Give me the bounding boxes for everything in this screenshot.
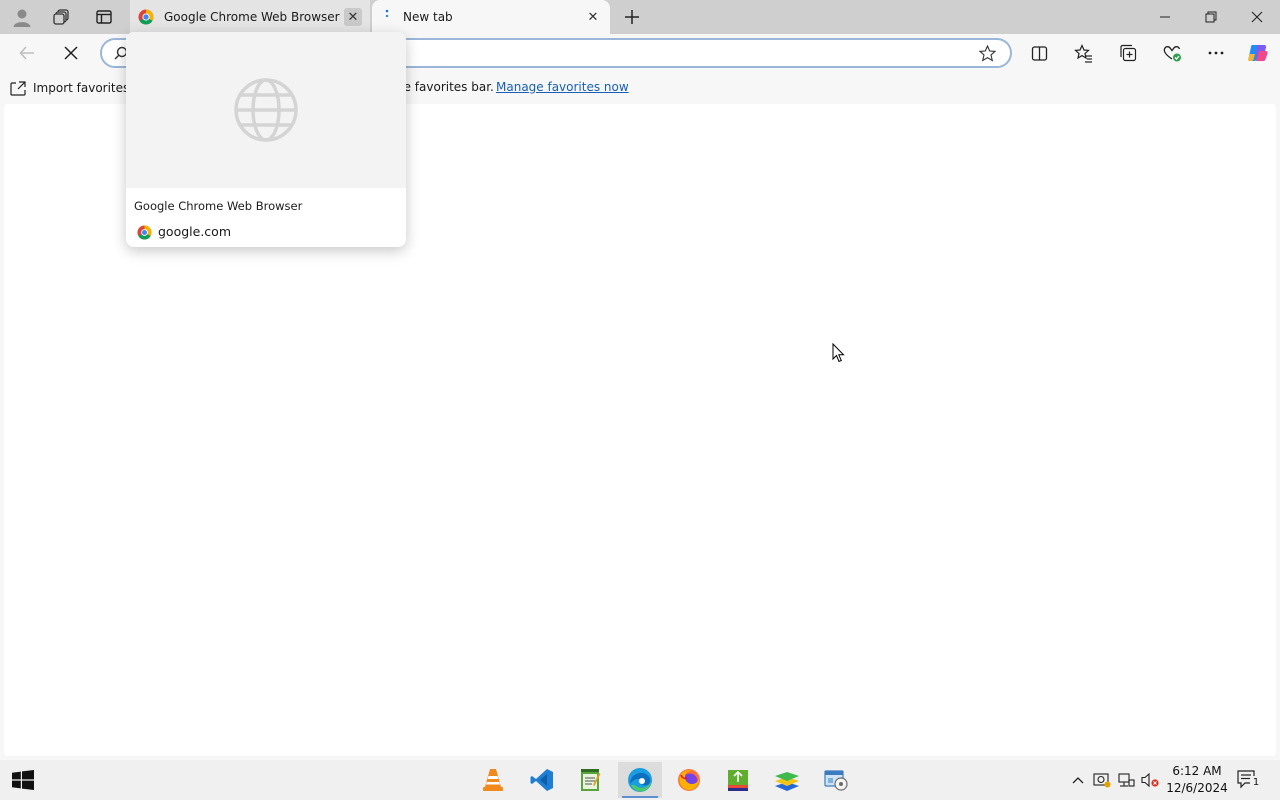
vlc-icon[interactable] bbox=[471, 762, 515, 798]
copilot-icon[interactable] bbox=[1243, 38, 1273, 68]
split-screen-button[interactable] bbox=[1024, 38, 1054, 68]
windows-start-icon[interactable] bbox=[12, 770, 34, 790]
workspaces-icon[interactable] bbox=[49, 5, 75, 29]
close-tab-icon[interactable]: ✕ bbox=[584, 8, 602, 26]
active-app-indicator bbox=[622, 796, 658, 798]
import-icon bbox=[10, 80, 26, 96]
collections-button[interactable] bbox=[1113, 38, 1143, 68]
new-tab-button[interactable] bbox=[619, 5, 645, 29]
tab-preview bbox=[126, 32, 406, 188]
manage-favorites-link[interactable]: Manage favorites now bbox=[496, 80, 629, 94]
mouse-cursor-icon bbox=[832, 343, 845, 363]
security-center-icon[interactable] bbox=[1092, 770, 1112, 790]
system-clock[interactable]: 6:12 AM 12/6/2024 bbox=[1162, 763, 1232, 797]
favorite-star-icon[interactable] bbox=[979, 45, 996, 62]
tab-title: New tab bbox=[403, 10, 453, 24]
clock-date: 12/6/2024 bbox=[1166, 781, 1228, 795]
minimize-button[interactable] bbox=[1142, 0, 1188, 34]
vertical-tabs-icon[interactable] bbox=[91, 5, 117, 29]
tab-new-tab[interactable]: New tab ✕ bbox=[372, 0, 610, 34]
notepad-icon[interactable] bbox=[568, 762, 612, 798]
hover-card-domain: google.com bbox=[158, 224, 231, 239]
browser-essentials-icon[interactable] bbox=[1157, 38, 1187, 68]
bluestacks-icon[interactable] bbox=[765, 762, 809, 798]
vscode-icon[interactable] bbox=[520, 762, 564, 798]
volume-muted-icon[interactable] bbox=[1140, 770, 1160, 790]
network-icon[interactable] bbox=[1116, 770, 1136, 790]
stop-loading-button[interactable] bbox=[56, 38, 86, 68]
firefox-icon[interactable] bbox=[667, 762, 711, 798]
notification-center-icon[interactable]: 1 bbox=[1236, 769, 1262, 791]
tab-google-chrome[interactable]: Google Chrome Web Browser ✕ bbox=[130, 0, 370, 34]
tab-strip: Google Chrome Web Browser ✕ New tab ✕ bbox=[0, 0, 1280, 34]
profile-icon[interactable] bbox=[9, 5, 35, 29]
tab-hover-card: Google Chrome Web Browser google.com bbox=[126, 32, 406, 247]
import-favorites-label: Import favorites bbox=[33, 81, 130, 95]
restore-button[interactable] bbox=[1188, 0, 1234, 34]
edge-icon[interactable] bbox=[618, 762, 662, 798]
globe-icon bbox=[234, 78, 298, 142]
book-icon[interactable] bbox=[716, 762, 760, 798]
import-favorites-button[interactable]: Import favorites bbox=[10, 79, 129, 97]
control-panel-icon[interactable] bbox=[814, 762, 858, 798]
chrome-icon bbox=[138, 9, 154, 25]
favorites-button[interactable] bbox=[1068, 38, 1098, 68]
loading-dots-icon bbox=[385, 9, 389, 18]
notification-count-badge: 1 bbox=[1250, 776, 1262, 790]
favorites-bar-message: he favorites bar. bbox=[396, 80, 494, 94]
windows-taskbar: 6:12 AM 12/6/2024 1 bbox=[0, 760, 1280, 800]
tab-title: Google Chrome Web Browser bbox=[164, 10, 340, 24]
clock-time: 6:12 AM bbox=[1172, 764, 1222, 778]
back-button[interactable] bbox=[12, 38, 42, 68]
close-tab-icon[interactable]: ✕ bbox=[344, 8, 362, 26]
hover-card-title: Google Chrome Web Browser bbox=[134, 199, 303, 213]
show-hidden-icons-chevron-icon[interactable] bbox=[1068, 770, 1088, 790]
close-window-button[interactable] bbox=[1234, 0, 1280, 34]
more-options-icon[interactable] bbox=[1201, 38, 1231, 68]
chrome-icon bbox=[137, 225, 152, 240]
